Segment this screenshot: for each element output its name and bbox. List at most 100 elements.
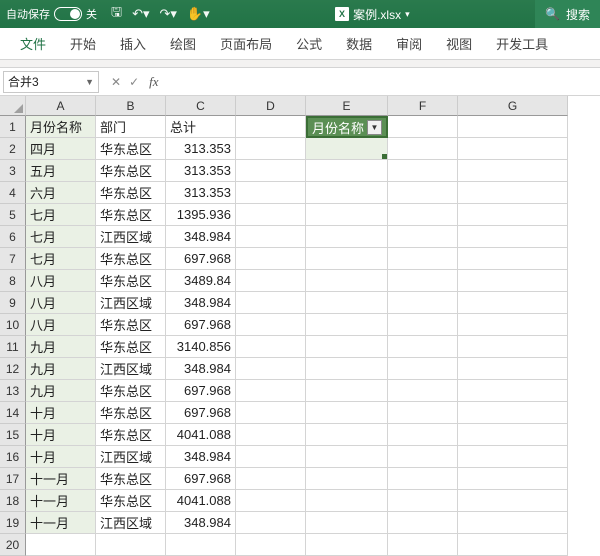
cell[interactable] [236, 468, 306, 490]
touch-mode-icon[interactable]: ✋▾ [187, 6, 210, 22]
cell[interactable]: 华东总区 [96, 336, 166, 358]
cell[interactable] [388, 424, 458, 446]
cell[interactable]: 4041.088 [166, 424, 236, 446]
cell[interactable] [236, 336, 306, 358]
cell[interactable] [388, 292, 458, 314]
cell[interactable] [236, 182, 306, 204]
cell[interactable]: 华东总区 [96, 468, 166, 490]
cell[interactable] [458, 138, 568, 160]
cell[interactable] [236, 512, 306, 534]
cell[interactable] [458, 270, 568, 292]
cell[interactable] [306, 314, 388, 336]
cell[interactable] [388, 116, 458, 138]
cell[interactable]: 华东总区 [96, 314, 166, 336]
tab-home[interactable]: 开始 [58, 27, 108, 59]
cell[interactable] [96, 534, 166, 556]
cell[interactable]: 江西区域 [96, 358, 166, 380]
col-B[interactable]: B [96, 96, 166, 116]
cell[interactable]: 十一月 [26, 490, 96, 512]
tab-insert[interactable]: 插入 [108, 27, 158, 59]
row-head[interactable]: 10 [0, 314, 26, 336]
cell[interactable] [458, 424, 568, 446]
row-head[interactable]: 4 [0, 182, 26, 204]
cell[interactable] [166, 534, 236, 556]
row-head[interactable]: 20 [0, 534, 26, 556]
cell[interactable] [236, 204, 306, 226]
cell[interactable] [236, 490, 306, 512]
row-head[interactable]: 9 [0, 292, 26, 314]
cell[interactable] [236, 138, 306, 160]
row-head[interactable]: 19 [0, 512, 26, 534]
cell[interactable] [458, 358, 568, 380]
col-A[interactable]: A [26, 96, 96, 116]
cell[interactable] [236, 160, 306, 182]
cell[interactable] [306, 292, 388, 314]
cell[interactable] [306, 512, 388, 534]
cell[interactable]: 4041.088 [166, 490, 236, 512]
cell[interactable]: 华东总区 [96, 490, 166, 512]
cell[interactable]: 华东总区 [96, 182, 166, 204]
cell[interactable] [236, 292, 306, 314]
row-head[interactable]: 14 [0, 402, 26, 424]
cell[interactable]: 江西区域 [96, 446, 166, 468]
cell[interactable] [388, 490, 458, 512]
filter-dropdown-icon[interactable]: ▼ [367, 120, 382, 135]
cell[interactable]: 十月 [26, 446, 96, 468]
cell[interactable] [388, 226, 458, 248]
cell[interactable] [458, 468, 568, 490]
row-head[interactable]: 5 [0, 204, 26, 226]
cell[interactable] [458, 490, 568, 512]
cell[interactable] [458, 204, 568, 226]
cell[interactable] [458, 248, 568, 270]
row-head[interactable]: 6 [0, 226, 26, 248]
cell[interactable] [458, 116, 568, 138]
cell[interactable]: 348.984 [166, 292, 236, 314]
cell[interactable] [458, 380, 568, 402]
tab-data[interactable]: 数据 [334, 27, 384, 59]
cell[interactable]: 697.968 [166, 402, 236, 424]
cell[interactable]: 348.984 [166, 358, 236, 380]
cancel-icon[interactable]: ✕ [111, 75, 121, 89]
redo-icon[interactable]: ↷▾ [160, 6, 177, 22]
cell[interactable] [306, 160, 388, 182]
row-head[interactable]: 18 [0, 490, 26, 512]
cell[interactable] [236, 402, 306, 424]
cell[interactable] [306, 424, 388, 446]
cell[interactable]: 3140.856 [166, 336, 236, 358]
cell[interactable] [388, 204, 458, 226]
cell[interactable] [236, 270, 306, 292]
cell[interactable]: 华东总区 [96, 248, 166, 270]
cell[interactable]: 697.968 [166, 468, 236, 490]
cell[interactable]: 部门 [96, 116, 166, 138]
cell[interactable]: 十月 [26, 424, 96, 446]
cell[interactable] [306, 226, 388, 248]
cell[interactable] [458, 226, 568, 248]
cell[interactable] [458, 292, 568, 314]
row-head[interactable]: 13 [0, 380, 26, 402]
cell[interactable] [458, 314, 568, 336]
cell[interactable] [388, 314, 458, 336]
cell[interactable] [306, 380, 388, 402]
pivot-body-cell[interactable] [306, 138, 388, 160]
cell[interactable]: 348.984 [166, 226, 236, 248]
cell[interactable] [388, 446, 458, 468]
cell[interactable] [236, 226, 306, 248]
cell[interactable] [458, 402, 568, 424]
undo-icon[interactable]: ↶▾ [132, 6, 149, 22]
cell[interactable] [306, 204, 388, 226]
cell[interactable]: 1395.936 [166, 204, 236, 226]
cell[interactable]: 九月 [26, 336, 96, 358]
cell[interactable]: 总计 [166, 116, 236, 138]
cell[interactable] [388, 248, 458, 270]
row-head[interactable]: 12 [0, 358, 26, 380]
cell[interactable] [388, 468, 458, 490]
cell[interactable]: 697.968 [166, 380, 236, 402]
col-F[interactable]: F [388, 96, 458, 116]
cell[interactable]: 六月 [26, 182, 96, 204]
row-head[interactable]: 1 [0, 116, 26, 138]
tab-formulas[interactable]: 公式 [284, 27, 334, 59]
cell[interactable]: 313.353 [166, 160, 236, 182]
cell[interactable] [236, 380, 306, 402]
cell[interactable] [306, 468, 388, 490]
row-head[interactable]: 15 [0, 424, 26, 446]
